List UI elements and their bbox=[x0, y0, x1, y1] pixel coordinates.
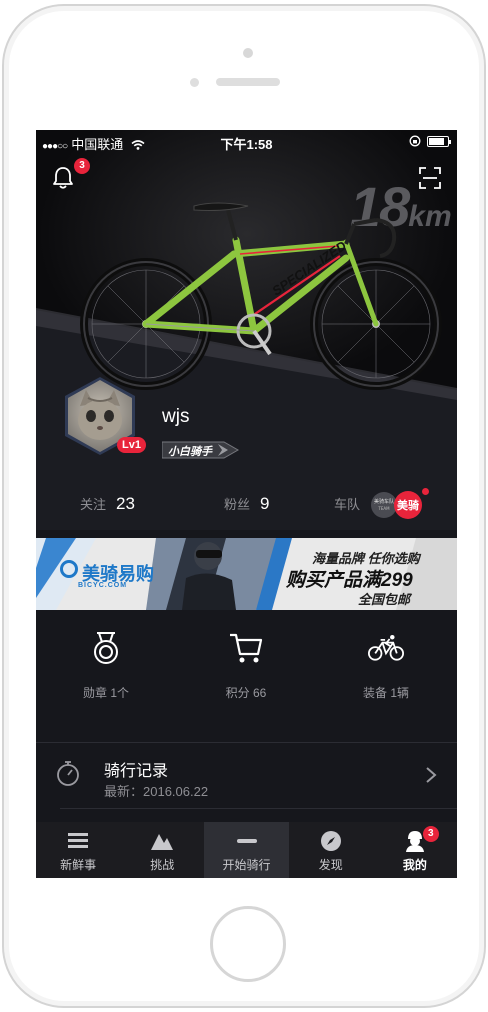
svg-text:美骑车队: 美骑车队 bbox=[374, 498, 394, 505]
tab-challenge[interactable]: 挑战 bbox=[120, 822, 204, 878]
earpiece bbox=[216, 78, 280, 86]
bicycle-icon bbox=[368, 634, 404, 661]
bicycle-illustration: SPECIALIZED bbox=[80, 202, 442, 390]
tab-discover[interactable]: 发现 bbox=[289, 822, 373, 878]
team-logo-text: 美骑 bbox=[397, 498, 419, 512]
tab-me[interactable]: 3 我的 bbox=[373, 822, 457, 878]
medal-icon bbox=[94, 632, 118, 664]
ride-record-title: 骑行记录 bbox=[104, 763, 169, 780]
record-divider bbox=[60, 808, 457, 809]
scan-icon[interactable] bbox=[419, 167, 441, 189]
tab-start-ride-label: 开始骑行 bbox=[222, 858, 271, 872]
orientation-lock-icon bbox=[409, 135, 421, 147]
team-logo[interactable]: 美骑车队 TEAM 美骑 bbox=[370, 488, 424, 522]
tab-me-badge: 3 bbox=[422, 826, 439, 842]
compass-icon bbox=[320, 831, 341, 851]
tab-news[interactable]: 新鲜事 bbox=[36, 822, 120, 878]
rank-tag: 小白骑手 bbox=[162, 440, 240, 460]
camera-dot bbox=[243, 48, 253, 58]
team-stat[interactable]: 车队 bbox=[334, 494, 360, 513]
banner-line3: 全国包邮 bbox=[358, 592, 411, 607]
username: wjs bbox=[162, 406, 190, 427]
team-new-dot bbox=[422, 488, 429, 495]
ride-record-latest: 最新：2016.06.22 bbox=[104, 784, 209, 799]
feature-grid: 勋章 1个 积分 66 装备 1辆 bbox=[36, 610, 457, 738]
status-right bbox=[409, 135, 451, 147]
feature-points-label: 积分 66 bbox=[225, 686, 267, 700]
cart-icon bbox=[230, 633, 263, 663]
home-button[interactable] bbox=[210, 906, 286, 982]
stopwatch-icon bbox=[57, 761, 79, 786]
feature-medals[interactable]: 勋章 1个 bbox=[36, 630, 176, 701]
following-stat[interactable]: 关注 23 bbox=[80, 494, 135, 514]
following-label: 关注 bbox=[80, 497, 107, 512]
feature-medals-label: 勋章 1个 bbox=[82, 686, 129, 700]
tab-news-label: 新鲜事 bbox=[60, 858, 97, 872]
mountain-icon bbox=[151, 834, 174, 850]
fans-value: 9 bbox=[260, 494, 270, 513]
banner-brand-domain: BICYC.COM bbox=[78, 582, 128, 589]
ride-record-row[interactable]: 骑行记录 最新：2016.06.22 bbox=[36, 743, 457, 807]
clock: 下午1:58 bbox=[220, 137, 273, 152]
fans-label: 粉丝 bbox=[224, 497, 251, 512]
following-value: 23 bbox=[116, 494, 135, 513]
feature-points[interactable]: 积分 66 bbox=[176, 630, 316, 701]
app-screen: ●●●○○ 中国联通 下午1:58 3 18km SPECIALIZED Lv1… bbox=[36, 130, 457, 878]
battery-icon bbox=[427, 135, 451, 147]
rank-title: 小白骑手 bbox=[168, 446, 212, 458]
team-label: 车队 bbox=[334, 497, 361, 512]
brand-logo-icon bbox=[60, 560, 78, 578]
tab-start-ride[interactable]: 开始骑行 bbox=[204, 822, 289, 878]
feature-equipment[interactable]: 装备 1辆 bbox=[316, 630, 456, 701]
start-ride-icon bbox=[236, 839, 257, 843]
list-icon bbox=[68, 833, 89, 848]
chevron-right-icon bbox=[426, 767, 437, 783]
notification-badge: 3 bbox=[74, 158, 90, 174]
front-camera bbox=[190, 78, 199, 87]
bell-icon[interactable] bbox=[52, 166, 74, 190]
tab-bar: 新鲜事 挑战 开始骑行 发现 3 我的 bbox=[36, 822, 457, 878]
tab-challenge-label: 挑战 bbox=[150, 858, 175, 872]
tab-discover-label: 发现 bbox=[318, 858, 343, 872]
tab-me-label: 我的 bbox=[402, 858, 427, 872]
level-badge: Lv1 bbox=[117, 437, 146, 453]
banner-line2: 购买产品满299 bbox=[286, 570, 413, 591]
battery-fill bbox=[429, 137, 444, 145]
status-bar: ●●●○○ 中国联通 下午1:58 bbox=[36, 130, 457, 154]
svg-text:TEAM: TEAM bbox=[377, 506, 390, 511]
promo-banner[interactable]: 美骑易购 BICYC.COM 海量品牌 任你选购 购买产品满299 全国包邮 bbox=[36, 538, 457, 610]
feature-equipment-label: 装备 1辆 bbox=[362, 686, 409, 700]
fans-stat[interactable]: 粉丝 9 bbox=[224, 494, 269, 514]
